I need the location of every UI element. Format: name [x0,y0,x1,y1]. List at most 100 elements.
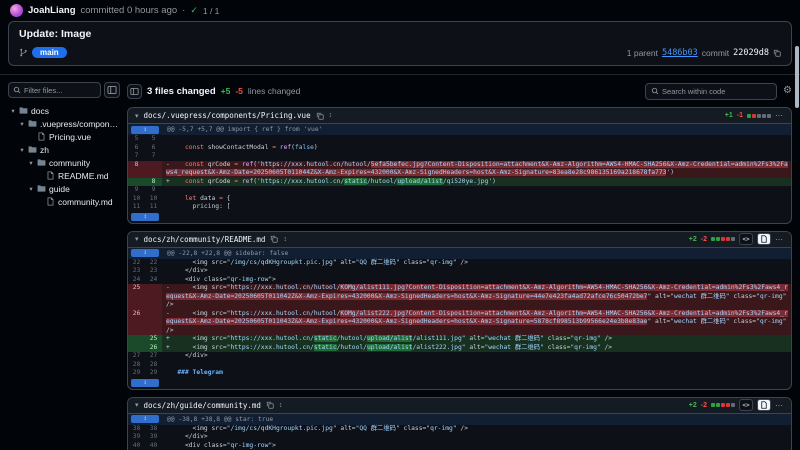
new-line-number[interactable]: 22 [145,259,162,268]
expand-all-icon[interactable]: ↕ [329,112,333,119]
old-line-number[interactable]: 24 [128,276,145,285]
new-line-number[interactable]: 9 [145,186,162,195]
hunk-row: ↕@@ -5,7 +5,7 @@ import { ref } from 'vu… [128,124,791,135]
collapse-file-tree-button[interactable] [104,82,120,98]
new-line-number[interactable]: 7 [145,152,162,161]
collapse-file-icon[interactable]: ▾ [135,235,139,243]
new-line-number[interactable]: 28 [145,361,162,370]
new-line-number[interactable]: 27 [145,352,162,361]
old-line-number[interactable] [128,178,145,187]
expand-down-button[interactable]: ↕ [131,213,159,221]
expand-hunk-button[interactable]: ↕ [131,415,159,423]
filter-files-input[interactable] [8,82,101,98]
new-line-number[interactable]: 11 [145,203,162,212]
copy-path-icon[interactable] [316,112,324,120]
old-line-number[interactable]: 28 [128,361,145,370]
new-line-number[interactable]: 26 [145,344,162,353]
new-line-number[interactable]: 24 [145,276,162,285]
sidebar-item-community[interactable]: ▾community [8,156,120,169]
new-line-number[interactable]: 38 [145,425,162,434]
expand-hunk-button[interactable]: ↕ [131,249,159,257]
code-segment: "wechat 群二维码" [670,293,729,300]
old-line-number[interactable]: 39 [128,433,145,442]
diff-line: 2424 <div class="qr-img-row"> [128,276,791,285]
old-line-number[interactable]: 23 [128,267,145,276]
code-segment: ### Telegram [177,369,223,376]
new-line-number[interactable]: 25 [145,335,162,344]
copy-sha-icon[interactable] [773,49,781,57]
old-line-number[interactable]: 6 [128,144,145,153]
new-line-number[interactable]: 6 [145,144,162,153]
old-line-number[interactable]: 22 [128,259,145,268]
old-line-number[interactable]: 11 [128,203,145,212]
new-line-number[interactable]: 10 [145,195,162,204]
search-within-code-field[interactable] [662,87,771,96]
code-segment: ) [492,178,496,185]
old-line-number[interactable]: 27 [128,352,145,361]
sidebar-item-zh[interactable]: ▾zh [8,143,120,156]
new-line-number[interactable] [145,310,162,336]
new-line-number[interactable]: 40 [145,442,162,450]
source-diff-button[interactable]: <> [739,399,753,411]
avatar[interactable] [10,4,23,17]
file-path[interactable]: docs/zh/guide/community.md [144,401,261,410]
rich-diff-button[interactable] [757,233,771,245]
file-options-kebab-icon[interactable]: ⋯ [775,111,784,120]
sidebar-item-community-md[interactable]: community.md [8,195,120,208]
sidebar-item--vuepress-components[interactable]: ▾.vuepress/components [8,117,120,130]
page-scrollbar-thumb[interactable] [795,46,799,108]
code-segment: qrCode [204,178,234,185]
new-line-number[interactable]: 29 [145,369,162,378]
old-line-number[interactable] [128,335,145,344]
old-line-number[interactable]: 38 [128,425,145,434]
sidebar-item-readme-md[interactable]: README.md [8,169,120,182]
sidebar-toggle-icon[interactable] [127,84,142,99]
old-line-number[interactable]: 10 [128,195,145,204]
diff-line-code: - <img src="https://xxx.hutool.cn/hutool… [162,284,791,310]
expand-all-icon[interactable]: ↕ [283,236,287,243]
old-line-number[interactable]: 26 [128,310,145,336]
gear-icon[interactable]: ⚙ [783,86,792,96]
expand-all-icon[interactable]: ↕ [279,402,283,409]
collapse-file-icon[interactable]: ▾ [135,112,139,120]
file-path[interactable]: docs/.vuepress/components/Pricing.vue [144,111,311,120]
parent-sha-link[interactable]: 5486b03 [662,48,698,58]
new-line-number[interactable] [145,284,162,310]
old-line-number[interactable] [128,344,145,353]
collapse-file-icon[interactable]: ▾ [135,401,139,409]
sidebar-item-pricing-vue[interactable]: Pricing.vue [8,130,120,143]
old-line-number[interactable]: 5 [128,135,145,144]
old-line-number[interactable]: 8 [128,161,145,178]
copy-path-icon[interactable] [266,401,274,409]
old-line-number[interactable]: 25 [128,284,145,310]
new-line-number[interactable]: 5 [145,135,162,144]
commit-author[interactable]: JoahLiang [28,5,76,16]
checks-passed-icon[interactable]: ✓ [190,5,198,16]
source-diff-button[interactable]: <> [739,233,753,245]
diff-marker [166,186,177,193]
file-path[interactable]: docs/zh/community/README.md [144,235,266,244]
code-segment: false [295,144,314,151]
sidebar-item-docs[interactable]: ▾docs [8,104,120,117]
copy-path-icon[interactable] [270,235,278,243]
expand-hunk-button[interactable]: ↕ [131,126,159,134]
new-line-number[interactable]: 8 [145,178,162,187]
old-line-number[interactable]: 29 [128,369,145,378]
new-line-number[interactable]: 23 [145,267,162,276]
expand-down-button[interactable]: ↕ [131,379,159,387]
checks-count[interactable]: 1 / 1 [203,6,220,16]
branch-badge[interactable]: main [32,47,67,58]
old-line-number[interactable]: 40 [128,442,145,450]
old-line-number[interactable]: 9 [128,186,145,195]
file-options-kebab-icon[interactable]: ⋯ [775,401,784,410]
new-line-number[interactable]: 39 [145,433,162,442]
old-line-number[interactable]: 7 [128,152,145,161]
diff-line-code: + const qrCode = ref('https://xxx.hutool… [162,178,791,187]
rich-diff-button[interactable] [757,399,771,411]
filter-files-field[interactable] [24,86,96,95]
new-line-number[interactable] [145,161,162,178]
file-options-kebab-icon[interactable]: ⋯ [775,235,784,244]
search-within-code-input[interactable] [645,83,777,100]
sidebar-item-guide[interactable]: ▾guide [8,182,120,195]
code-segment: "https://xxx.hutool.cn/hutool/ [227,310,341,317]
